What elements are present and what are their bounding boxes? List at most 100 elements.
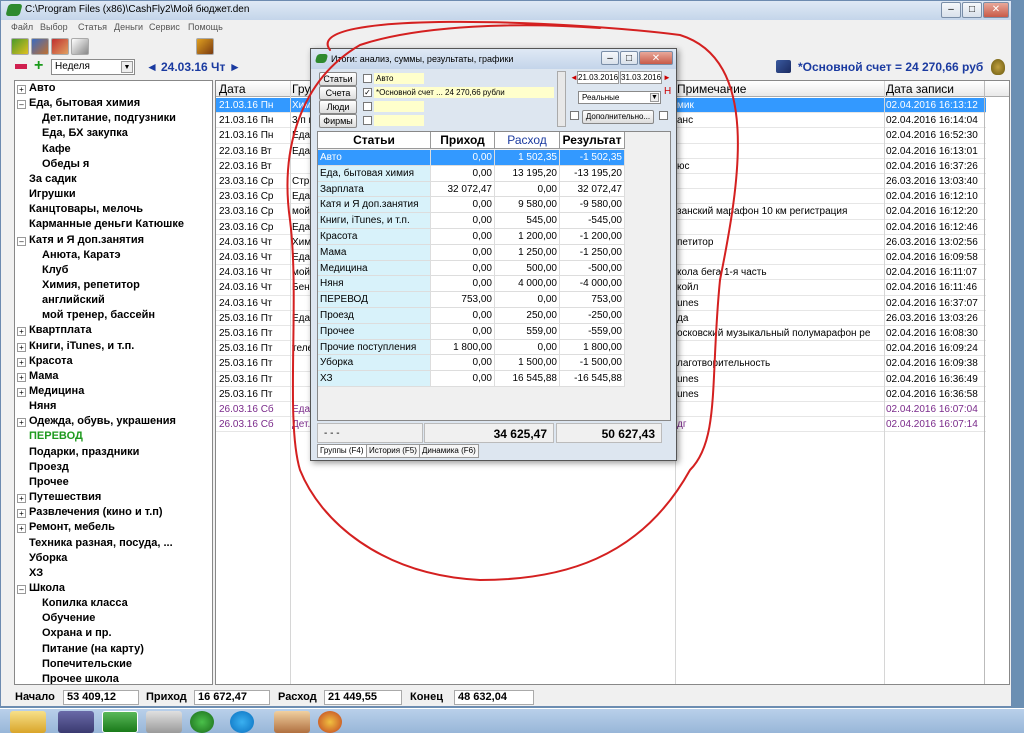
tree-item[interactable]: Копилка класса [42, 597, 128, 609]
date-next-arrow-icon[interactable]: ► [663, 73, 671, 82]
menu-money[interactable]: Деньги [114, 22, 143, 32]
grid-header-result[interactable]: Результат [560, 132, 625, 149]
tree-item[interactable]: Кафе [42, 143, 71, 155]
grid-row[interactable]: Книги, iTunes, и т.п. 0,00 545,00 -545,00 [318, 213, 627, 229]
tree-item[interactable]: ПЕРЕВОД [29, 430, 83, 442]
tree-item[interactable]: Путешествия [29, 491, 101, 503]
grid-row[interactable]: Зарплата 32 072,47 0,00 32 072,47 [318, 181, 627, 198]
filter-articles-button[interactable]: Статьи [319, 72, 357, 86]
tree-item[interactable]: Карманные деньги Катюшке [29, 218, 184, 230]
grid-row[interactable]: Прочие поступления 1 800,00 0,00 1 800,00 [318, 339, 627, 356]
folder-open-icon[interactable] [11, 38, 29, 55]
menu-article[interactable]: Статья [78, 22, 107, 32]
grid-row[interactable]: Катя и Я доп.занятия 0,00 9 580,00 -9 580,0… [318, 197, 627, 214]
header-note[interactable]: Примечание [677, 82, 746, 96]
filter-people-checkbox[interactable] [363, 102, 372, 111]
tab-groups[interactable]: Группы (F4) [317, 444, 367, 458]
tree-item[interactable]: английский [42, 294, 105, 306]
tree-item[interactable]: Техника разная, посуда, ... [29, 537, 173, 549]
plus-icon[interactable]: + [34, 58, 47, 74]
taskbar-paint-icon[interactable] [274, 711, 310, 733]
filter-firms-button[interactable]: Фирмы [319, 114, 357, 128]
tree-item[interactable]: Подарки, праздники [29, 446, 139, 458]
brush-icon[interactable] [51, 38, 69, 55]
column-divider[interactable] [290, 81, 291, 684]
tree-item[interactable]: Медицина [29, 385, 84, 397]
tree-item[interactable]: Анюта, Каратэ [42, 249, 121, 261]
users-icon[interactable] [31, 38, 49, 55]
minimize-button[interactable]: – [941, 2, 961, 18]
tree-item[interactable]: Развлечения (кино и т.п) [29, 506, 163, 518]
grid-row[interactable]: Уборка 0,00 1 500,00 -1 500,00 [318, 355, 627, 372]
filter-accounts-button[interactable]: Счета [319, 86, 357, 100]
system-tray[interactable] [905, 713, 1005, 731]
extra-checkbox-2[interactable] [659, 111, 668, 120]
grid-row[interactable]: Медицина 0,00 500,00 -500,00 [318, 260, 627, 277]
filter-articles-checkbox[interactable] [363, 74, 372, 83]
tree-item[interactable]: Обеды я [42, 158, 89, 170]
tree-item[interactable]: Дет.питание, подгузники [42, 112, 176, 124]
tree-item[interactable]: Канцтовары, мелочь [29, 203, 143, 215]
grid-header-income[interactable]: Приход [431, 132, 495, 149]
tree-item[interactable]: Клуб [42, 264, 68, 276]
tree-expander-icon[interactable]: – [17, 584, 26, 594]
taskbar-explorer-icon[interactable] [10, 711, 46, 733]
grid-header-articles[interactable]: Статьи [318, 132, 431, 149]
tree-item[interactable]: Еда, бытовая химия [29, 97, 140, 109]
prev-date-arrow-icon[interactable]: ◄ [146, 60, 158, 74]
grid-row[interactable]: Красота 0,00 1 200,00 -1 200,00 [318, 229, 627, 245]
grid-row[interactable]: Няня 0,00 4 000,00 -4 000,00 [318, 276, 627, 293]
dialog-maximize-button[interactable]: □ [620, 51, 638, 65]
grid-row[interactable]: Мама 0,00 1 250,00 -1 250,00 [318, 244, 627, 261]
tree-item[interactable]: Квартплата [29, 324, 92, 336]
tree-expander-icon[interactable]: + [17, 357, 26, 367]
exit-icon[interactable] [196, 38, 214, 55]
taskbar-chrome-icon[interactable] [318, 711, 342, 733]
header-group[interactable]: Гру [292, 82, 310, 96]
grid-row[interactable]: Прочее 0,00 559,00 -559,00 [318, 323, 627, 340]
tree-item[interactable]: Химия, репетитор [42, 279, 140, 291]
filter-scrollbar[interactable] [557, 71, 566, 127]
tree-item[interactable]: Авто [29, 82, 56, 94]
menu-help[interactable]: Помощь [188, 22, 223, 32]
tree-item[interactable]: Одежда, обувь, украшения [29, 415, 176, 427]
filter-people-button[interactable]: Люди [319, 100, 357, 114]
period-select[interactable]: Неделя ▼ [51, 59, 135, 75]
extra-checkbox[interactable] [570, 111, 579, 120]
tree-item[interactable]: Ремонт, мебель [29, 521, 115, 533]
menu-service[interactable]: Сервис [149, 22, 180, 32]
tree-item[interactable]: ХЗ [29, 567, 43, 579]
dialog-close-button[interactable]: ✕ [639, 51, 673, 65]
taskbar-skype-icon[interactable] [230, 711, 254, 733]
date-to[interactable]: 31.03.2016 [620, 71, 662, 84]
minus-icon[interactable] [15, 64, 27, 69]
filter-firms-value[interactable] [374, 115, 424, 126]
tree-item[interactable]: Прочее школа [42, 673, 119, 684]
tree-expander-icon[interactable]: – [17, 236, 26, 246]
mode-select[interactable]: Реальные ▼ [578, 91, 661, 104]
tree-expander-icon[interactable]: + [17, 388, 26, 397]
tree-expander-icon[interactable]: – [17, 100, 26, 110]
tree-item[interactable]: мой тренер, бассейн [42, 309, 155, 321]
tree-item[interactable]: Красота [29, 355, 73, 367]
tree-item[interactable]: Мама [29, 370, 59, 382]
current-date[interactable]: 24.03.16 Чт [161, 60, 225, 74]
grid-row[interactable]: Авто 0,00 1 502,35 -1 502,35 [318, 150, 627, 166]
taskbar-utorrent-icon[interactable] [190, 711, 214, 733]
close-button[interactable]: ✕ [983, 2, 1009, 18]
tree-item[interactable]: Катя и Я доп.занятия [29, 234, 144, 246]
tree-expander-icon[interactable]: + [17, 327, 26, 337]
filter-firms-checkbox[interactable] [363, 116, 372, 125]
date-from[interactable]: 21.03.2016 [577, 71, 619, 84]
tab-dynamics[interactable]: Динамика (F6) [419, 444, 479, 458]
menu-file[interactable]: Файл [11, 22, 33, 32]
tree-expander-icon[interactable]: + [17, 494, 26, 504]
header-date[interactable]: Дата [219, 82, 246, 96]
taskbar-save-icon[interactable] [58, 711, 94, 733]
tree-item[interactable]: За садик [29, 173, 77, 185]
edit-icon[interactable] [71, 38, 89, 55]
tree-item[interactable]: Попечительские [42, 658, 132, 670]
tree-item[interactable]: Охрана и пр. [42, 627, 112, 639]
tree-expander-icon[interactable]: + [17, 509, 26, 519]
grid-row[interactable]: Проезд 0,00 250,00 -250,00 [318, 308, 627, 324]
